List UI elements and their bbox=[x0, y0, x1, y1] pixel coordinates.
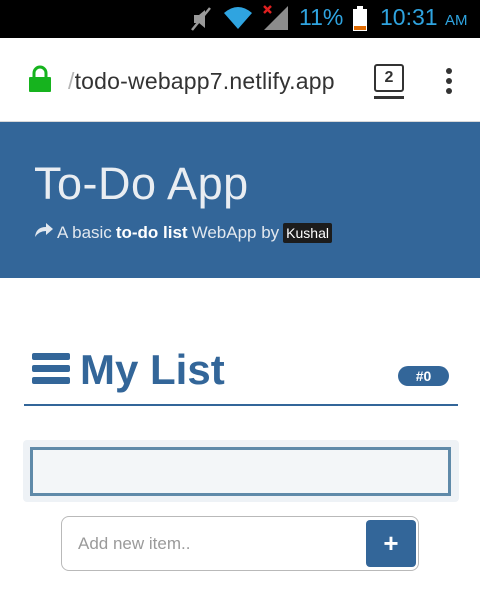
add-item-input[interactable] bbox=[62, 517, 362, 570]
address-field[interactable]: /todo-webapp7.netlify.app bbox=[68, 68, 335, 95]
app-header: To-Do App A basic to-do list WebApp by K… bbox=[0, 122, 480, 278]
item-count-badge: #0 bbox=[398, 366, 449, 386]
subtitle-prefix: A basic bbox=[57, 222, 112, 242]
add-item-button[interactable]: + bbox=[366, 520, 416, 567]
status-bar: 11% 10:31 AM bbox=[0, 0, 480, 38]
list-header: My List #0 bbox=[24, 344, 458, 406]
clock-time: 10:31 bbox=[380, 4, 438, 30]
menu-icon[interactable] bbox=[444, 68, 454, 99]
todo-list-container bbox=[23, 440, 459, 502]
share-icon bbox=[34, 222, 54, 243]
url-prefix: / bbox=[68, 68, 75, 94]
clock-ampm: AM bbox=[445, 12, 468, 29]
tab-switcher-underline bbox=[374, 96, 404, 99]
author-badge: Kushal bbox=[283, 222, 332, 243]
subtitle-suffix: WebApp by bbox=[191, 222, 280, 242]
signal-icon bbox=[262, 4, 290, 37]
bars-icon bbox=[32, 352, 70, 391]
app-subtitle: A basic to-do list WebApp by Kushal bbox=[34, 222, 332, 243]
url-text: todo-webapp7.netlify.app bbox=[74, 68, 335, 94]
todo-list bbox=[30, 447, 451, 496]
app-title: To-Do App bbox=[34, 158, 249, 209]
lock-icon bbox=[28, 65, 52, 98]
wifi-icon bbox=[223, 5, 253, 36]
tab-switcher-button[interactable]: 2 bbox=[374, 64, 404, 92]
mute-icon bbox=[190, 6, 214, 37]
battery-percent: 11% bbox=[299, 4, 344, 30]
battery-icon bbox=[352, 6, 368, 37]
list-title: My List bbox=[80, 346, 225, 393]
browser-url-bar: /todo-webapp7.netlify.app 2 bbox=[0, 38, 480, 122]
add-item-group: + bbox=[61, 516, 419, 571]
subtitle-emphasis: to-do list bbox=[115, 222, 188, 242]
